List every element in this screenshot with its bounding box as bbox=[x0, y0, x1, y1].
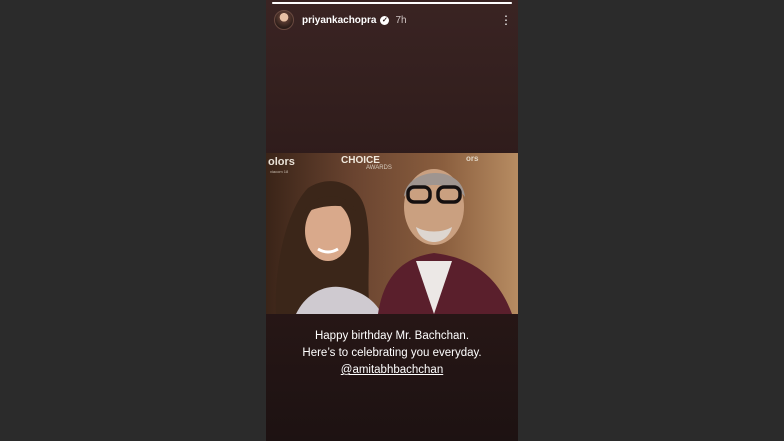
story-header: priyankachopra ✓ 7h ⋮ bbox=[274, 9, 512, 31]
instagram-story[interactable]: priyankachopra ✓ 7h ⋮ olors viacom 18 CH… bbox=[266, 0, 518, 441]
verified-badge-icon: ✓ bbox=[380, 15, 390, 25]
backdrop-text-right: ors bbox=[466, 154, 479, 163]
story-username[interactable]: priyankachopra bbox=[302, 15, 376, 26]
more-vertical-icon[interactable]: ⋮ bbox=[500, 14, 512, 26]
story-progress-bar bbox=[272, 2, 512, 4]
backdrop-text-left-sub: viacom 18 bbox=[270, 169, 289, 174]
story-photo-illustration: olors viacom 18 CHOICE AWARDS ors bbox=[266, 153, 518, 314]
story-progress-fill bbox=[272, 2, 512, 4]
backdrop-text-center-sub: AWARDS bbox=[366, 165, 392, 171]
backdrop-text-left: olors bbox=[268, 156, 295, 168]
profile-avatar[interactable] bbox=[274, 10, 294, 30]
story-timestamp: 7h bbox=[395, 14, 407, 26]
story-caption: Happy birthday Mr. Bachchan. Here’s to c… bbox=[266, 328, 518, 379]
mention-link[interactable]: @amitabhbachchan bbox=[266, 362, 518, 379]
story-photo: olors viacom 18 CHOICE AWARDS ors bbox=[266, 153, 518, 314]
caption-line-1: Happy birthday Mr. Bachchan. bbox=[314, 330, 470, 342]
caption-line-2: Here’s to celebrating you everyday. bbox=[302, 347, 482, 359]
